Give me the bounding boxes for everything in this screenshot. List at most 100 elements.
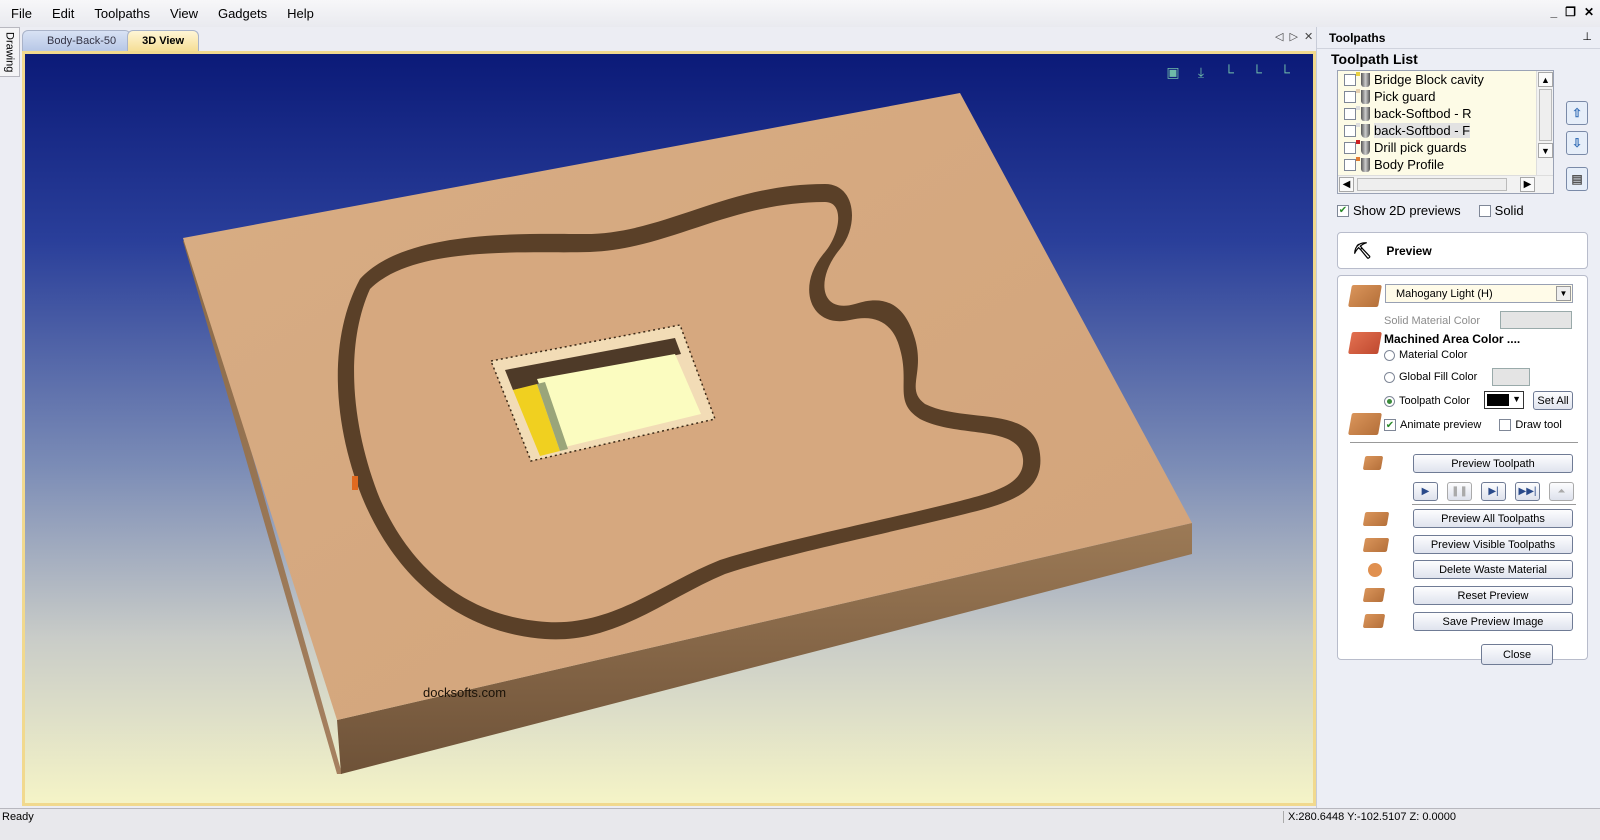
fast-forward-button[interactable]: ▶▶| [1515, 482, 1540, 501]
delete-waste-material-button[interactable]: Delete Waste Material [1413, 560, 1573, 579]
radio-button[interactable] [1384, 395, 1395, 407]
toolpath-name: back-Softbod - R [1374, 106, 1472, 121]
menu-help[interactable]: Help [277, 6, 324, 21]
tab-3d-view[interactable]: 3D View [127, 30, 200, 51]
divider [1412, 504, 1576, 505]
radio-button[interactable] [1384, 349, 1395, 361]
top-view-icon[interactable]: ⤓ [1191, 62, 1211, 82]
menu-bar: File Edit Toolpaths View Gadgets Help _ … [0, 0, 1600, 27]
radio-button[interactable] [1384, 371, 1395, 383]
draw-tool-label: Draw tool [1515, 419, 1562, 431]
toolpath-item[interactable]: back-Softbod - F [1338, 122, 1553, 139]
menu-file[interactable]: File [0, 6, 42, 21]
material-icon [1348, 285, 1382, 307]
toolpath-checkbox[interactable] [1344, 124, 1356, 137]
scroll-down-icon[interactable]: ▼ [1538, 143, 1553, 158]
restore-icon[interactable]: ❐ [1565, 5, 1576, 19]
preview-all-toolpaths-button[interactable]: Preview All Toolpaths [1413, 509, 1573, 528]
preview-all-icon [1362, 512, 1390, 526]
to-top-button[interactable]: ⏶ [1549, 482, 1574, 501]
prev-tab-icon[interactable]: ◁ [1275, 30, 1283, 43]
drawing-side-tab[interactable]: Drawing [0, 27, 20, 77]
scroll-thumb[interactable] [1539, 89, 1552, 141]
material-value: Mahogany Light (H) [1396, 287, 1493, 300]
show-2d-previews-checkbox[interactable]: ✔ [1337, 204, 1349, 217]
preview-toolpath-button[interactable]: Preview Toolpath [1413, 454, 1573, 473]
toolpath-name: Drill pick guards [1374, 140, 1467, 155]
list-horizontal-scrollbar[interactable]: ◀ ▶ [1338, 175, 1553, 193]
iso-view-icon[interactable]: └ [1219, 62, 1239, 82]
endmill-icon [1361, 157, 1370, 172]
toolpath-checkbox[interactable] [1344, 141, 1356, 154]
toolpath-item[interactable]: Body Profile [1338, 156, 1553, 173]
solid-material-color-label: Solid Material Color [1384, 315, 1480, 327]
animate-preview-checkbox[interactable]: ✔ [1384, 419, 1396, 431]
close-icon[interactable]: ✕ [1584, 5, 1594, 19]
toolpath-item[interactable]: Pick guard [1338, 88, 1553, 105]
set-all-button[interactable]: Set All [1533, 391, 1573, 410]
side-view-icon[interactable]: └ [1275, 62, 1295, 82]
pin-icon[interactable]: ⊥ [1582, 30, 1592, 43]
preview-header: ⛏ Preview [1337, 232, 1588, 269]
toolpath-item[interactable]: Drill pick guards [1338, 139, 1553, 156]
preview-options-row: ✔ Show 2D previews Solid [1337, 203, 1524, 218]
drawing-side-tab-label: Drawing [3, 31, 16, 73]
endmill-icon [1361, 106, 1370, 121]
machined-area-label: Machined Area Color .... [1384, 332, 1521, 346]
toolpath-summary-button[interactable]: ▤ [1566, 167, 1588, 191]
scroll-right-icon[interactable]: ▶ [1520, 177, 1535, 192]
move-down-button[interactable]: ⇩ [1566, 131, 1588, 155]
menu-edit[interactable]: Edit [42, 6, 84, 21]
close-button[interactable]: Close [1481, 644, 1553, 665]
document-tabs: Body-Back-50 3D View [22, 29, 200, 51]
list-vertical-scrollbar[interactable]: ▲ ▼ [1536, 71, 1553, 176]
show-2d-previews-label: Show 2D previews [1353, 203, 1461, 218]
step-button[interactable]: ▶| [1481, 482, 1506, 501]
scroll-up-icon[interactable]: ▲ [1538, 72, 1553, 87]
toolpath-item[interactable]: back-Softbod - R [1338, 105, 1553, 122]
material-select[interactable]: Mahogany Light (H) ▼ [1385, 284, 1573, 303]
toolpath-color-picker[interactable]: ▼ [1484, 391, 1524, 409]
reset-preview-button[interactable]: Reset Preview [1413, 586, 1573, 605]
toolpath-checkbox[interactable] [1344, 158, 1356, 171]
endmill-icon [1361, 89, 1370, 104]
save-preview-image-button[interactable]: Save Preview Image [1413, 612, 1573, 631]
menu-gadgets[interactable]: Gadgets [208, 6, 277, 21]
list-order-buttons: ⇧ ⇩ ▤ [1566, 101, 1588, 191]
toolpath-name: back-Softbod - F [1374, 123, 1471, 138]
zoom-extents-icon[interactable]: ▣ [1163, 62, 1183, 82]
toolpath-color-mark [1356, 106, 1360, 110]
draw-tool-checkbox[interactable] [1499, 419, 1512, 431]
play-button[interactable]: ▶ [1413, 482, 1438, 501]
solid-checkbox[interactable] [1478, 204, 1491, 217]
watermark: docksofts.com [423, 685, 507, 700]
toolpath-checkbox[interactable] [1344, 90, 1356, 103]
toolpath-item[interactable]: Bridge Block cavity [1338, 71, 1553, 88]
radio-global-fill-color[interactable]: Global Fill Color [1384, 371, 1477, 383]
menu-view[interactable]: View [160, 6, 208, 21]
tab-body-back-50[interactable]: Body-Back-50 [22, 30, 132, 51]
scroll-thumb[interactable] [1357, 178, 1507, 191]
scroll-left-icon[interactable]: ◀ [1339, 177, 1354, 192]
save-image-icon [1362, 614, 1386, 628]
cursor-coordinates: X:280.6448 Y:-102.5107 Z: 0.0000 [1283, 811, 1456, 823]
menu-toolpaths[interactable]: Toolpaths [84, 6, 160, 21]
3d-scene [183, 93, 1192, 774]
pause-button[interactable]: ❚❚ [1447, 482, 1472, 501]
next-tab-icon[interactable]: ▷ [1289, 30, 1297, 43]
front-view-icon[interactable]: └ [1247, 62, 1267, 82]
toolpath-checkbox[interactable] [1344, 73, 1356, 86]
preview-visible-toolpaths-button[interactable]: Preview Visible Toolpaths [1413, 535, 1573, 554]
preview-visible-icon [1362, 538, 1390, 552]
toolpath-checkbox[interactable] [1344, 107, 1356, 120]
radio-material-color[interactable]: Material Color [1384, 349, 1467, 361]
radio-toolpath-color[interactable]: Toolpath Color [1384, 395, 1470, 407]
preview-icon: ⛏ [1352, 242, 1373, 260]
3d-viewport[interactable]: ▣ ⤓ └ └ └ docksofts.com [22, 51, 1316, 806]
toolpath-color-mark [1356, 157, 1360, 161]
chevron-down-icon[interactable]: ▼ [1556, 286, 1571, 301]
close-tab-icon[interactable]: ✕ [1304, 30, 1313, 43]
move-up-button[interactable]: ⇧ [1566, 101, 1588, 125]
minimize-icon[interactable]: _ [1550, 5, 1557, 19]
divider [1350, 442, 1578, 443]
